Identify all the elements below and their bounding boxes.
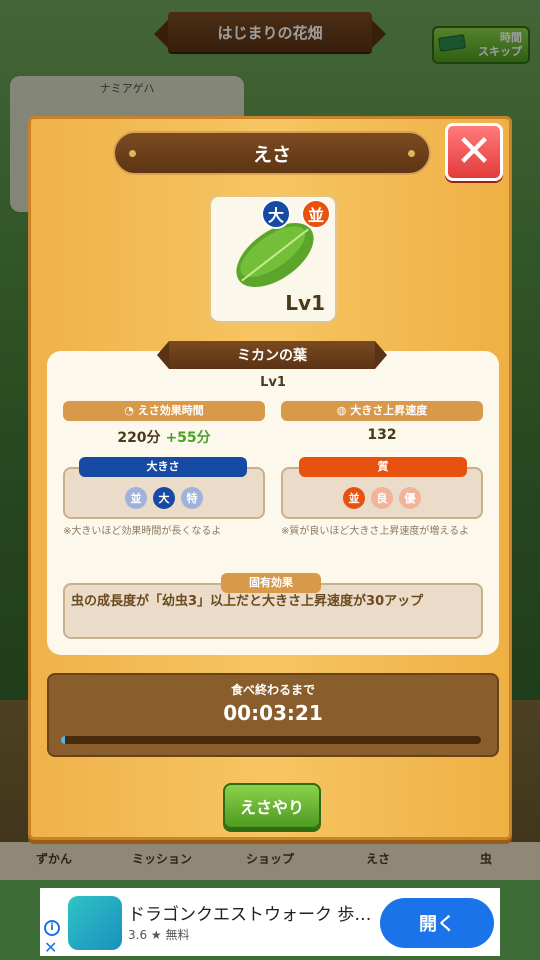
size-option-selected: 大 bbox=[153, 487, 175, 509]
modal-title-bar: えさ bbox=[113, 131, 431, 175]
quality-badge: 並 bbox=[301, 199, 331, 229]
duration-value: 220分 +55分 bbox=[117, 430, 211, 446]
quality-label: 質 bbox=[299, 457, 467, 477]
size-option: 並 bbox=[125, 487, 147, 509]
size-note: ※大きいほど効果時間が長くなるよ bbox=[63, 526, 222, 537]
progress-fill bbox=[61, 736, 66, 744]
close-icon: ✕ bbox=[455, 126, 493, 177]
feed-modal: えさ ✕ 大 並 Lv1 ミカンの葉 Lv1 ◔ えさ効果時間 ◍ 大きさ上昇速… bbox=[28, 116, 512, 840]
duration-bonus: +55分 bbox=[165, 430, 211, 446]
effect-text: 虫の成長度が「幼虫3」以上だと大きさ上昇速度が30アップ bbox=[71, 594, 424, 609]
ad-close-icon[interactable]: ✕ bbox=[44, 938, 57, 957]
quality-note: ※質が良いほど大きさ上昇速度が増えるよ bbox=[281, 526, 470, 537]
effect-label: 固有効果 bbox=[221, 573, 321, 593]
item-level: Lv1 bbox=[260, 375, 286, 390]
ad-title: ドラゴンクエストウォーク 歩… bbox=[128, 905, 372, 925]
ad-open-button[interactable]: 開く bbox=[380, 898, 494, 948]
speed-icon: ◍ bbox=[336, 404, 351, 417]
feed-button[interactable]: えさやり bbox=[223, 783, 321, 829]
close-button[interactable]: ✕ bbox=[445, 123, 503, 181]
item-name: ミカンの葉 bbox=[237, 348, 307, 364]
quality-option: 優 bbox=[399, 487, 421, 509]
size-option: 特 bbox=[181, 487, 203, 509]
item-name-banner: ミカンの葉 bbox=[157, 341, 387, 369]
quality-option-selected: 並 bbox=[343, 487, 365, 509]
speed-value: 132 bbox=[367, 427, 397, 443]
ad-info-icon[interactable]: i bbox=[44, 920, 60, 936]
speed-label: ◍ 大きさ上昇速度 bbox=[281, 401, 483, 421]
timer-label: 食べ終わるまで bbox=[230, 683, 315, 697]
timer-value: 00:03:21 bbox=[223, 701, 323, 725]
rivet-icon bbox=[408, 150, 415, 157]
modal-title: えさ bbox=[252, 143, 291, 166]
item-card: 大 並 Lv1 bbox=[209, 195, 337, 323]
size-badge: 大 bbox=[261, 199, 291, 229]
item-level-badge: Lv1 bbox=[285, 291, 325, 315]
quality-option: 良 bbox=[371, 487, 393, 509]
size-label: 大きさ bbox=[79, 457, 247, 477]
quality-options: 並 良 優 bbox=[281, 487, 483, 509]
ad-rating: 3.6 ★ 無料 bbox=[128, 928, 190, 942]
rivet-icon bbox=[129, 150, 136, 157]
duration-label: ◔ えさ効果時間 bbox=[63, 401, 265, 421]
app-icon[interactable] bbox=[68, 896, 122, 950]
size-options: 並 大 特 bbox=[63, 487, 265, 509]
clock-icon: ◔ bbox=[124, 404, 138, 417]
progress-bar bbox=[61, 736, 481, 744]
